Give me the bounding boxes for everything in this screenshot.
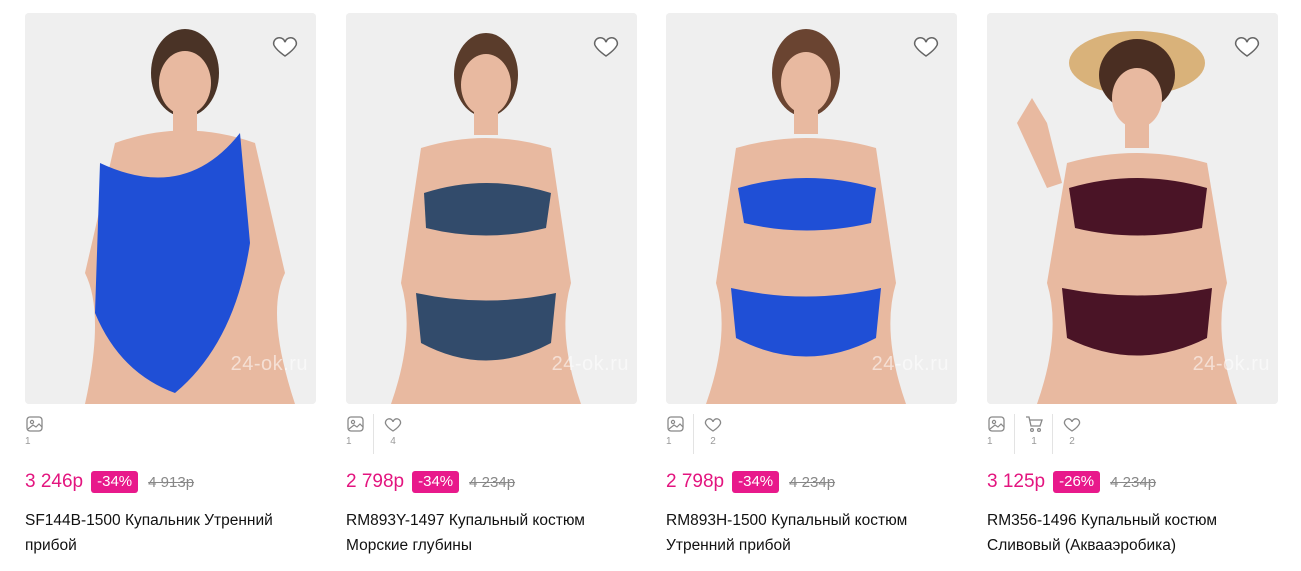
cart-count-stat[interactable]: 1 xyxy=(1014,414,1052,454)
price-row: 3 246р -34% 4 913р xyxy=(25,470,316,494)
product-title[interactable]: RM893Y-1497 Купальный костюм Морские глу… xyxy=(346,508,637,558)
old-price: 4 234р xyxy=(1110,473,1157,491)
price-row: 3 125р -26% 4 234р xyxy=(987,470,1278,494)
photo-count: 1 xyxy=(25,436,31,447)
product-photo[interactable]: 24-ok.ru xyxy=(346,13,637,404)
product-card[interactable]: 24-ok.ru 1 4 2 798р -34% 4 234р RM893Y-1… xyxy=(346,13,637,558)
favorite-heart-icon[interactable] xyxy=(911,31,941,61)
heart-icon xyxy=(384,418,402,432)
discount-badge: -26% xyxy=(1053,471,1101,493)
product-title[interactable]: RM356-1496 Купальный костюм Сливовый (Ак… xyxy=(987,508,1278,558)
likes-count-stat[interactable]: 4 xyxy=(373,414,411,454)
product-stats: 1 2 xyxy=(666,414,957,454)
photo-count: 1 xyxy=(346,436,352,447)
likes-count-stat[interactable]: 2 xyxy=(1052,414,1090,454)
image-icon xyxy=(347,416,364,432)
heart-icon xyxy=(1063,418,1081,432)
discount-badge: -34% xyxy=(732,471,780,493)
photo-count-stat[interactable]: 1 xyxy=(987,414,1005,454)
watermark: 24-ok.ru xyxy=(1192,353,1270,375)
photo-count-stat[interactable]: 1 xyxy=(25,414,43,454)
product-photo[interactable]: 24-ok.ru xyxy=(666,13,957,404)
photo-count-stat[interactable]: 1 xyxy=(346,414,364,454)
current-price: 3 246р xyxy=(25,471,84,492)
discount-badge: -34% xyxy=(91,471,139,493)
likes-count: 2 xyxy=(710,436,716,447)
photo-count: 1 xyxy=(987,436,993,447)
watermark: 24-ok.ru xyxy=(871,353,949,375)
image-icon xyxy=(988,416,1005,432)
price-row: 2 798р -34% 4 234р xyxy=(666,470,957,494)
watermark: 24-ok.ru xyxy=(230,353,308,375)
product-card[interactable]: 24-ok.ru 1 2 2 798р -34% 4 234р RM893H-1… xyxy=(666,13,957,558)
model-figure xyxy=(25,13,316,404)
cart-count: 1 xyxy=(1031,436,1037,447)
product-title[interactable]: RM893H-1500 Купальный костюм Утренний пр… xyxy=(666,508,957,558)
product-title[interactable]: SF144B-1500 Купальник Утренний прибой xyxy=(25,508,316,558)
product-stats: 1 xyxy=(25,414,316,454)
model-figure xyxy=(987,13,1278,404)
likes-count: 4 xyxy=(390,436,396,447)
price-row: 2 798р -34% 4 234р xyxy=(346,470,637,494)
watermark: 24-ok.ru xyxy=(551,353,629,375)
photo-count-stat[interactable]: 1 xyxy=(666,414,684,454)
heart-icon xyxy=(704,418,722,432)
image-icon xyxy=(26,416,43,432)
likes-count-stat[interactable]: 2 xyxy=(693,414,731,454)
current-price: 2 798р xyxy=(346,471,405,492)
product-card[interactable]: 24-ok.ru 1 3 246р -34% 4 913р SF144B-150… xyxy=(25,13,316,558)
old-price: 4 234р xyxy=(789,473,836,491)
model-figure xyxy=(346,13,637,404)
favorite-heart-icon[interactable] xyxy=(591,31,621,61)
old-price: 4 234р xyxy=(469,473,516,491)
product-photo[interactable]: 24-ok.ru xyxy=(25,13,316,404)
product-card[interactable]: 24-ok.ru 1 1 2 3 125р -26% 4 234р RM356-… xyxy=(987,13,1278,558)
favorite-heart-icon[interactable] xyxy=(1232,31,1262,61)
product-photo[interactable]: 24-ok.ru xyxy=(987,13,1278,404)
image-icon xyxy=(667,416,684,432)
likes-count: 2 xyxy=(1069,436,1075,447)
model-figure xyxy=(666,13,957,404)
current-price: 3 125р xyxy=(987,471,1046,492)
product-stats: 1 4 xyxy=(346,414,637,454)
favorite-heart-icon[interactable] xyxy=(270,31,300,61)
old-price: 4 913р xyxy=(148,473,195,491)
discount-badge: -34% xyxy=(412,471,460,493)
photo-count: 1 xyxy=(666,436,672,447)
product-stats: 1 1 2 xyxy=(987,414,1278,454)
current-price: 2 798р xyxy=(666,471,725,492)
cart-icon xyxy=(1026,416,1043,433)
